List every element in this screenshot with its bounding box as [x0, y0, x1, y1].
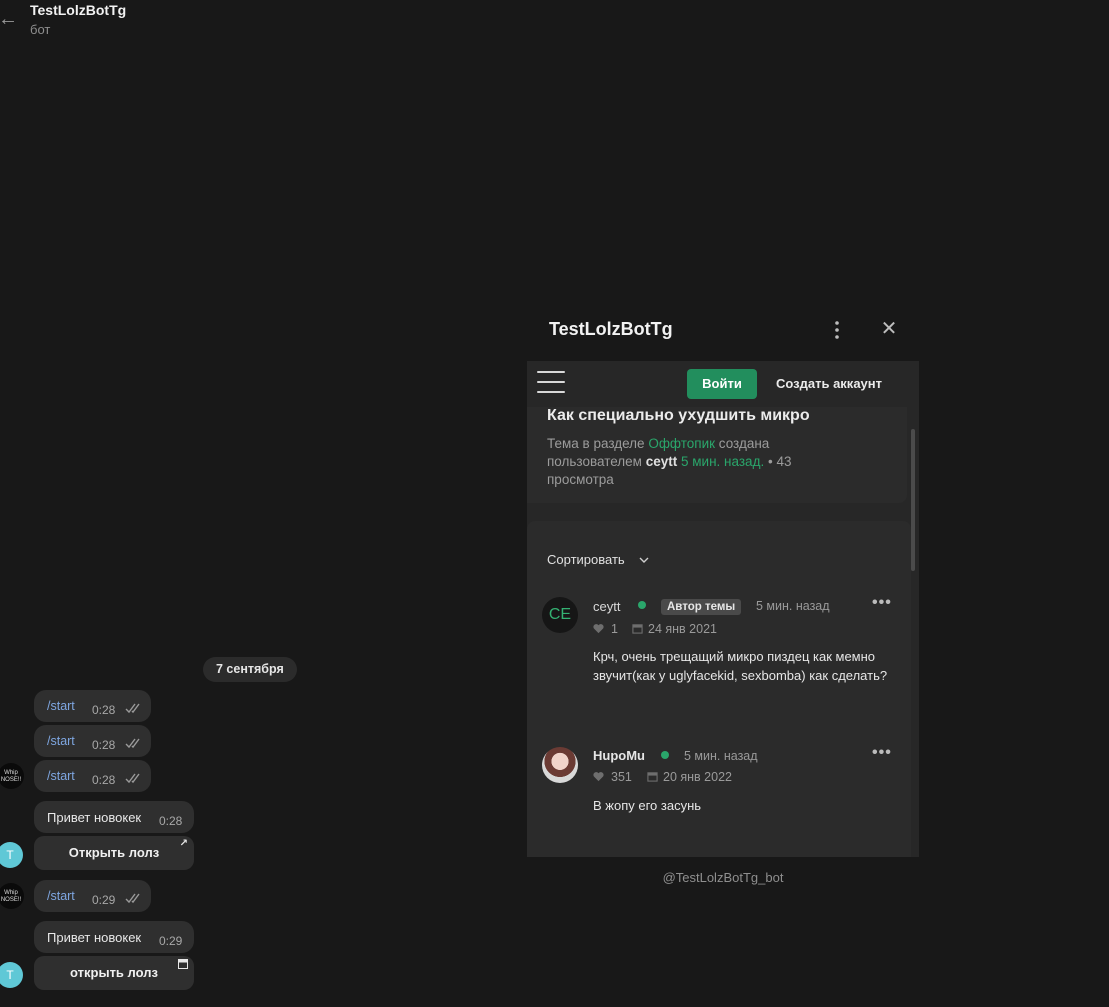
user-avatar[interactable]: Whip NOSE!! [0, 763, 24, 789]
sort-dropdown[interactable]: Сортировать [547, 552, 625, 567]
command-link[interactable]: /start [47, 889, 75, 903]
outgoing-message: /start 0:28 [34, 760, 151, 792]
post-more-icon[interactable]: ••• [872, 594, 892, 612]
webapp-title: TestLolzBotTg [549, 319, 673, 339]
online-indicator [661, 751, 669, 759]
likes-count: 1 [611, 622, 618, 636]
webapp-frame: Войти Создать аккаунт Как специально уху… [527, 361, 919, 857]
create-account-link[interactable]: Создать аккаунт [776, 376, 882, 391]
outgoing-message: /start 0:28 [34, 690, 151, 722]
topic-header: Как специально ухудшить микро Тема в раз… [527, 407, 907, 503]
back-arrow-icon[interactable]: ← [0, 8, 18, 30]
calendar-icon [647, 772, 658, 782]
post-text: В жопу его засунь [593, 798, 702, 813]
heart-icon [593, 624, 604, 634]
message-text: Привет новокек [47, 810, 142, 825]
topic-author-link[interactable]: ceytt [646, 454, 678, 469]
double-check-icon [125, 738, 140, 749]
message-time: 0:29 [159, 934, 183, 948]
outgoing-message: /start 0:29 [34, 880, 151, 912]
post-username[interactable]: HupoMu [593, 748, 645, 763]
message-time: 0:28 [159, 814, 183, 828]
post-avatar[interactable] [542, 747, 578, 783]
posts-list: Сортировать CE ceytt Автор темы 5 мин. н… [527, 521, 911, 857]
button-label: открыть лолз [70, 965, 158, 980]
double-check-icon [125, 703, 140, 714]
more-vertical-icon[interactable] [830, 319, 844, 341]
likes-count: 351 [611, 770, 632, 784]
command-link[interactable]: /start [47, 734, 75, 748]
bot-avatar[interactable]: T [0, 842, 23, 868]
open-lolz-webapp-button[interactable]: открыть лолз [34, 956, 194, 990]
heart-icon [593, 772, 604, 782]
message-time: 0:28 [92, 773, 116, 787]
command-link[interactable]: /start [47, 769, 75, 783]
date-separator: 7 сентября [203, 657, 297, 682]
bot-avatar[interactable]: T [0, 962, 23, 988]
site-topbar: Войти Создать аккаунт [527, 361, 919, 407]
topic-title: Как специально ухудшить микро [547, 407, 810, 424]
hamburger-menu-icon[interactable] [537, 371, 565, 395]
scrollbar[interactable] [911, 429, 915, 571]
post-time[interactable]: 5 мин. назад [684, 749, 758, 763]
calendar-icon [632, 624, 643, 634]
external-link-icon: ↗ [179, 838, 188, 849]
incoming-message: Привет новокек 0:29 [34, 921, 194, 953]
user-avatar[interactable]: Whip NOSE!! [0, 883, 24, 909]
register-date: 24 янв 2021 [648, 622, 717, 636]
topic-time-link[interactable]: 5 мин. назад. [681, 454, 764, 469]
post-time[interactable]: 5 мин. назад [756, 599, 830, 613]
incoming-message: Привет новокек 0:28 [34, 801, 194, 833]
double-check-icon [125, 893, 140, 904]
message-time: 0:28 [92, 738, 116, 752]
topic-meta: Тема в разделе Оффтопик создана пользова… [547, 435, 817, 489]
post-text: Крч, очень трещащий микро пиздец как мем… [593, 649, 888, 683]
register-date: 20 янв 2022 [663, 770, 732, 784]
command-link[interactable]: /start [47, 699, 75, 713]
message-time: 0:28 [92, 703, 116, 717]
post-more-icon[interactable]: ••• [872, 744, 892, 762]
chat-title: TestLolzBotTg [30, 2, 127, 18]
outgoing-message: /start 0:28 [34, 725, 151, 757]
login-button[interactable]: Войти [687, 369, 757, 399]
online-indicator [638, 601, 646, 609]
button-label: Открыть лолз [68, 845, 160, 860]
chat-subtitle: бот [30, 22, 51, 37]
webapp-window-icon [178, 959, 188, 972]
section-link[interactable]: Оффтопик [648, 436, 715, 451]
message-text: Привет новокек [47, 930, 142, 945]
post-username[interactable]: ceytt [593, 599, 620, 614]
webapp-bot-username: @TestLolzBotTg_bot [662, 870, 784, 885]
message-time: 0:29 [92, 893, 116, 907]
open-lolz-button[interactable]: Открыть лолз ↗ [34, 836, 194, 870]
meta-prefix: Тема в разделе [547, 436, 645, 451]
close-icon[interactable]: ✕ [879, 319, 899, 339]
author-badge: Автор темы [661, 599, 742, 615]
post-avatar[interactable]: CE [542, 597, 578, 633]
double-check-icon [125, 773, 140, 784]
chevron-down-icon[interactable] [638, 555, 650, 565]
